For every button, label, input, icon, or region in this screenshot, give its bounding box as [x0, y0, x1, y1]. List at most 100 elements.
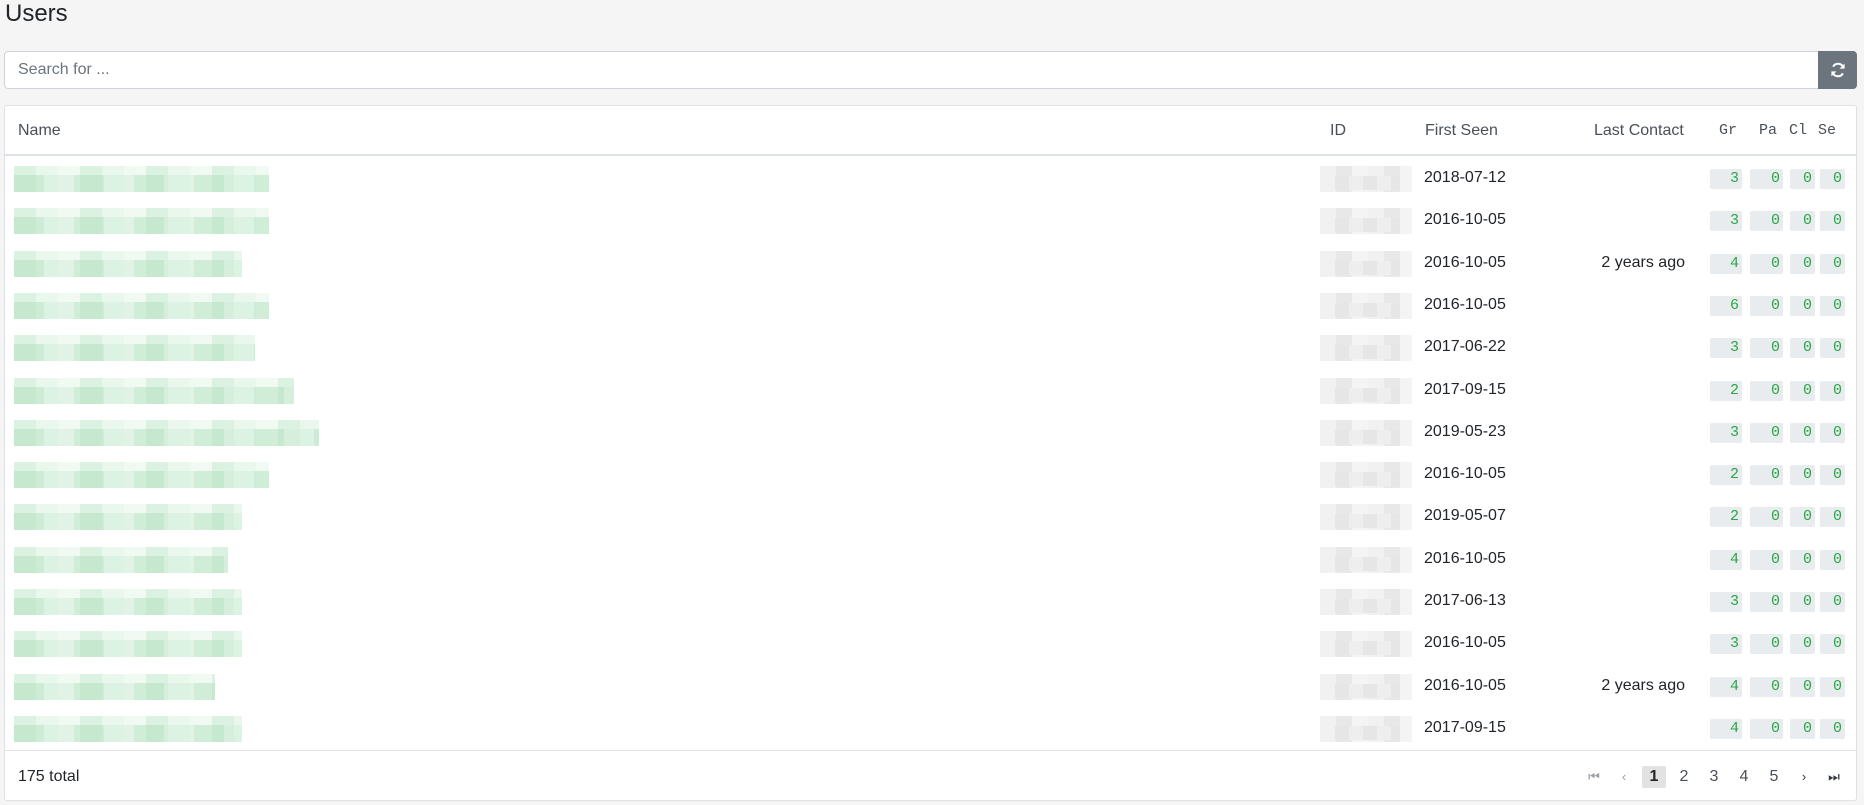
page-1-link[interactable]: 1 [1642, 766, 1666, 788]
table-row[interactable]: 2018-07-12 3 0 0 0 [5, 157, 1856, 199]
user-name-redacted[interactable] [14, 250, 314, 277]
user-name-redacted[interactable] [14, 546, 314, 573]
header-first-seen[interactable]: First Seen [1425, 106, 1498, 156]
cl-count-badge: 0 [1790, 465, 1815, 486]
gr-count-badge: 2 [1710, 507, 1742, 528]
page-3-link[interactable]: 3 [1702, 766, 1726, 788]
redacted-block [14, 377, 294, 404]
gr-count-badge: 4 [1710, 718, 1742, 739]
table-row[interactable]: 2017-06-22 3 0 0 0 [5, 326, 1856, 368]
redacted-block [14, 589, 242, 615]
page-2-link[interactable]: 2 [1672, 766, 1696, 788]
first-seen-value: 2019-05-23 [1424, 422, 1506, 440]
user-id-redacted [1320, 208, 1412, 235]
user-name-redacted[interactable] [14, 208, 314, 235]
se-count-badge: 0 [1820, 380, 1845, 401]
next-page-icon[interactable]: › [1792, 766, 1816, 788]
pa-count-badge: 0 [1750, 380, 1783, 401]
table-row[interactable]: 2016-10-05 2 years ago 4 0 0 0 [5, 242, 1856, 284]
cl-count-badge: 0 [1790, 253, 1815, 274]
header-se[interactable]: Se [1818, 106, 1836, 156]
pa-count-badge: 0 [1750, 634, 1783, 655]
redacted-block [14, 462, 269, 489]
users-table-card: Name ID First Seen Last Contact Gr Pa Cl… [4, 105, 1857, 801]
first-seen-value: 2016-10-05 [1424, 295, 1506, 313]
se-count-badge: 0 [1820, 718, 1845, 739]
user-name-redacted[interactable] [14, 377, 314, 404]
user-id-redacted [1320, 673, 1412, 700]
prev-page-icon[interactable]: ‹ [1612, 766, 1636, 788]
first-page-icon[interactable]: ⏮︎ [1582, 766, 1606, 788]
page-4-link[interactable]: 4 [1732, 766, 1756, 788]
user-id-redacted [1320, 462, 1412, 489]
table-row[interactable]: 2017-09-15 4 0 0 0 [5, 707, 1856, 749]
pa-count-badge: 0 [1750, 253, 1783, 274]
table-row[interactable]: 2019-05-07 2 0 0 0 [5, 495, 1856, 537]
table-row[interactable]: 2016-10-05 2 0 0 0 [5, 453, 1856, 495]
table-row[interactable]: 2016-10-05 3 0 0 0 [5, 199, 1856, 241]
user-name-redacted[interactable] [14, 335, 314, 362]
header-gr[interactable]: Gr [1719, 106, 1737, 156]
user-id-redacted [1320, 504, 1412, 531]
user-name-redacted[interactable] [14, 715, 314, 742]
cl-count-badge: 0 [1790, 507, 1815, 528]
gr-count-badge: 3 [1710, 422, 1742, 443]
first-seen-value: 2017-09-15 [1424, 380, 1506, 398]
search-input[interactable] [4, 51, 1818, 89]
redacted-block [14, 631, 242, 658]
pa-count-badge: 0 [1750, 549, 1783, 570]
user-id-redacted [1320, 166, 1412, 192]
user-name-redacted[interactable] [14, 631, 314, 658]
gr-count-badge: 3 [1710, 592, 1742, 612]
table-row[interactable]: 2016-10-05 4 0 0 0 [5, 538, 1856, 580]
user-name-redacted[interactable] [14, 462, 314, 489]
se-count-badge: 0 [1820, 422, 1845, 443]
header-cl[interactable]: Cl [1789, 106, 1807, 156]
cl-count-badge: 0 [1790, 592, 1815, 612]
user-name-redacted[interactable] [14, 419, 319, 446]
last-page-icon[interactable]: ⏭︎ [1822, 766, 1846, 788]
first-seen-value: 2017-06-22 [1424, 338, 1506, 356]
se-count-badge: 0 [1820, 169, 1845, 189]
page-5-link[interactable]: 5 [1762, 766, 1786, 788]
user-id-redacted [1320, 631, 1412, 658]
user-id-redacted [1320, 715, 1412, 742]
redacted-block [14, 250, 242, 277]
se-count-badge: 0 [1820, 295, 1845, 316]
user-name-redacted[interactable] [14, 292, 314, 319]
refresh-button[interactable] [1818, 51, 1857, 89]
header-id[interactable]: ID [1330, 106, 1346, 156]
user-name-redacted[interactable] [14, 166, 314, 192]
gr-count-badge: 3 [1710, 211, 1742, 232]
first-seen-value: 2018-07-12 [1424, 169, 1506, 186]
first-seen-value: 2016-10-05 [1424, 211, 1506, 229]
cl-count-badge: 0 [1790, 676, 1815, 697]
cl-count-badge: 0 [1790, 169, 1815, 189]
user-id-redacted [1320, 292, 1412, 319]
header-last-contact[interactable]: Last Contact [1594, 106, 1684, 156]
table-row[interactable]: 2016-10-05 3 0 0 0 [5, 622, 1856, 664]
header-pa[interactable]: Pa [1759, 106, 1777, 156]
user-name-redacted[interactable] [14, 504, 314, 531]
pa-count-badge: 0 [1750, 338, 1783, 359]
se-count-badge: 0 [1820, 592, 1845, 612]
user-name-redacted[interactable] [14, 589, 314, 615]
last-contact-value: 2 years ago [1601, 676, 1685, 694]
table-row[interactable]: 2019-05-23 3 0 0 0 [5, 411, 1856, 453]
redacted-block [14, 546, 228, 573]
cl-count-badge: 0 [1790, 211, 1815, 232]
table-row[interactable]: 2016-10-05 6 0 0 0 [5, 284, 1856, 326]
user-id-redacted [1320, 377, 1412, 404]
first-seen-value: 2016-10-05 [1424, 676, 1506, 694]
cl-count-badge: 0 [1790, 634, 1815, 655]
table-row[interactable]: 2016-10-05 2 years ago 4 0 0 0 [5, 665, 1856, 707]
table-row[interactable]: 2017-09-15 2 0 0 0 [5, 369, 1856, 411]
user-id-redacted [1320, 250, 1412, 277]
user-id-redacted [1320, 419, 1412, 446]
first-seen-value: 2019-05-07 [1424, 507, 1506, 525]
user-name-redacted[interactable] [14, 673, 314, 700]
table-row[interactable]: 2017-06-13 3 0 0 0 [5, 580, 1856, 622]
pa-count-badge: 0 [1750, 211, 1783, 232]
gr-count-badge: 2 [1710, 465, 1742, 486]
header-name[interactable]: Name [18, 106, 61, 156]
